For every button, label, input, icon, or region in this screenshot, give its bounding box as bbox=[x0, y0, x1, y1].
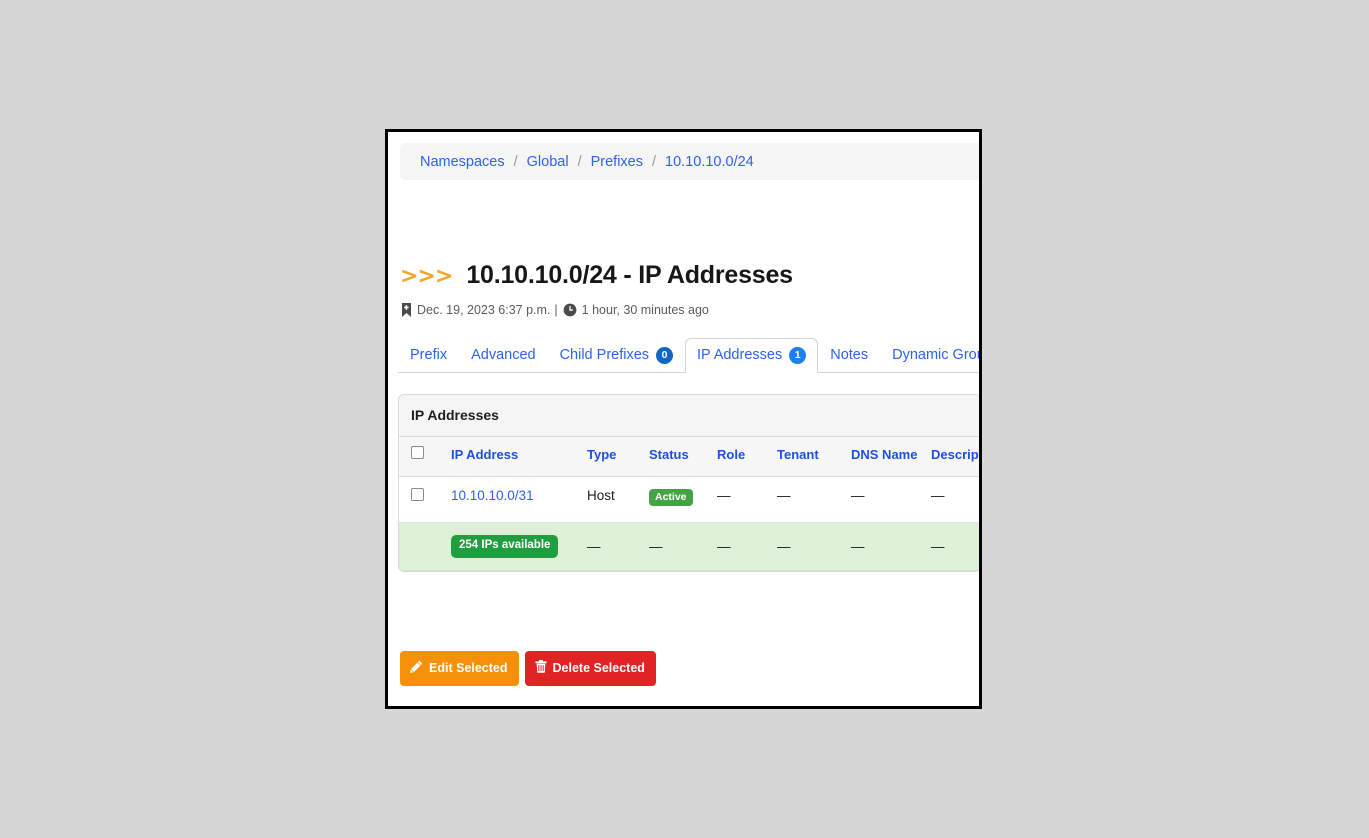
select-all-header bbox=[399, 437, 446, 476]
table-header-row: IP Address Type Status Role Tenant DNS N… bbox=[399, 437, 979, 476]
tab-ip-addresses[interactable]: IP Addresses 1 bbox=[685, 338, 818, 373]
cell-dns-name: — bbox=[846, 522, 926, 570]
trash-icon bbox=[535, 660, 547, 676]
row-checkbox[interactable] bbox=[411, 488, 424, 501]
tab-label: Child Prefixes bbox=[560, 347, 649, 363]
edit-selected-label: Edit Selected bbox=[429, 662, 508, 675]
card-title: IP Addresses bbox=[399, 395, 979, 437]
tab-advanced[interactable]: Advanced bbox=[459, 338, 548, 373]
column-header-description[interactable]: Description bbox=[926, 437, 979, 476]
tab-notes[interactable]: Notes bbox=[818, 338, 880, 373]
ip-addresses-card: IP Addresses IP Address Type Status Role… bbox=[398, 394, 979, 572]
tab-prefix[interactable]: Prefix bbox=[398, 338, 459, 373]
table-body: 10.10.10.0/31 Host Active — — — — bbox=[399, 476, 979, 570]
bookmark-icon bbox=[401, 303, 412, 317]
breadcrumb-separator: / bbox=[514, 154, 518, 170]
column-header-dns-name[interactable]: DNS Name bbox=[846, 437, 926, 476]
breadcrumb: Namespaces / Global / Prefixes / 10.10.1… bbox=[400, 143, 979, 180]
breadcrumb-item-namespaces[interactable]: Namespaces bbox=[420, 154, 505, 170]
tab-label: IP Addresses bbox=[697, 347, 782, 363]
ip-address-link[interactable]: 10.10.10.0/31 bbox=[451, 488, 534, 503]
cell-type: — bbox=[582, 522, 644, 570]
cell-type: Host bbox=[582, 476, 644, 522]
available-spacer-cell bbox=[399, 522, 446, 570]
breadcrumb-item-prefixes[interactable]: Prefixes bbox=[591, 154, 643, 170]
select-all-checkbox[interactable] bbox=[411, 446, 424, 459]
available-ips-row[interactable]: 254 IPs available — — — — — — bbox=[399, 522, 979, 570]
tab-child-prefixes[interactable]: Child Prefixes 0 bbox=[548, 338, 685, 373]
table-row: 10.10.10.0/31 Host Active — — — — bbox=[399, 476, 979, 522]
created-timestamp: Dec. 19, 2023 6:37 p.m. bbox=[417, 303, 550, 317]
updated-timestamp: 1 hour, 30 minutes ago bbox=[582, 303, 709, 317]
tab-badge-count: 0 bbox=[656, 347, 673, 364]
meta-separator: | bbox=[554, 303, 557, 317]
ip-addresses-table: IP Address Type Status Role Tenant DNS N… bbox=[399, 437, 979, 571]
cell-description: — bbox=[926, 522, 979, 570]
breadcrumb-separator: / bbox=[578, 154, 582, 170]
cell-dns-name: — bbox=[846, 476, 926, 522]
cell-role: — bbox=[712, 522, 772, 570]
page-body: Namespaces / Global / Prefixes / 10.10.1… bbox=[388, 132, 979, 706]
cell-tenant: — bbox=[772, 476, 846, 522]
column-header-tenant[interactable]: Tenant bbox=[772, 437, 846, 476]
tab-label: Prefix bbox=[410, 347, 447, 363]
breadcrumb-item-global[interactable]: Global bbox=[527, 154, 569, 170]
clock-icon bbox=[563, 303, 577, 317]
cell-role: — bbox=[712, 476, 772, 522]
cell-ip-address: 10.10.10.0/31 bbox=[446, 476, 582, 522]
breadcrumb-item-prefix[interactable]: 10.10.10.0/24 bbox=[665, 154, 754, 170]
available-ips-badge[interactable]: 254 IPs available bbox=[451, 535, 558, 558]
page-title: 10.10.10.0/24 - IP Addresses bbox=[466, 261, 793, 290]
status-badge: Active bbox=[649, 489, 693, 507]
delete-selected-button[interactable]: Delete Selected bbox=[525, 651, 656, 686]
tab-bar: Prefix Advanced Child Prefixes 0 IP Addr… bbox=[398, 337, 979, 373]
cell-available-badge: 254 IPs available bbox=[446, 522, 582, 570]
chevrons-icon: >>> bbox=[400, 264, 452, 289]
column-header-ip-address[interactable]: IP Address bbox=[446, 437, 582, 476]
tab-label: Dynamic Groups bbox=[892, 347, 979, 363]
breadcrumb-separator: / bbox=[652, 154, 656, 170]
tab-badge-count: 1 bbox=[789, 347, 806, 364]
pencil-icon bbox=[410, 660, 423, 676]
edit-selected-button[interactable]: Edit Selected bbox=[400, 651, 519, 686]
column-header-status[interactable]: Status bbox=[644, 437, 712, 476]
page-title-row: >>> 10.10.10.0/24 - IP Addresses bbox=[400, 244, 793, 307]
tab-dynamic-groups[interactable]: Dynamic Groups bbox=[880, 338, 979, 373]
row-select-cell bbox=[399, 476, 446, 522]
table-head: IP Address Type Status Role Tenant DNS N… bbox=[399, 437, 979, 476]
column-header-role[interactable]: Role bbox=[712, 437, 772, 476]
action-bar: Edit Selected Delete Selected bbox=[400, 651, 656, 686]
cell-tenant: — bbox=[772, 522, 846, 570]
cell-status: Active bbox=[644, 476, 712, 522]
tab-label: Advanced bbox=[471, 347, 536, 363]
column-header-type[interactable]: Type bbox=[582, 437, 644, 476]
tab-label: Notes bbox=[830, 347, 868, 363]
cell-description: — bbox=[926, 476, 979, 522]
screenshot-frame: Namespaces / Global / Prefixes / 10.10.1… bbox=[385, 129, 982, 709]
record-meta: Dec. 19, 2023 6:37 p.m. | 1 hour, 30 min… bbox=[401, 303, 709, 317]
delete-selected-label: Delete Selected bbox=[553, 662, 645, 675]
cell-status: — bbox=[644, 522, 712, 570]
